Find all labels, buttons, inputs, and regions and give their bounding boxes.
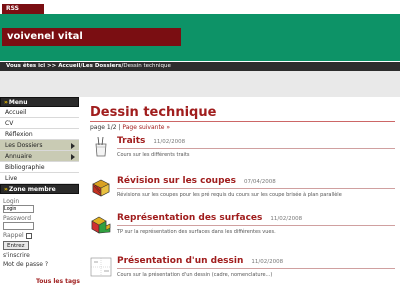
sidebar-item-annuaire[interactable]: Annuaire <box>0 151 79 162</box>
page-indicator: page 1/2 | <box>90 124 123 131</box>
article-title[interactable]: Représentation des surfaces 11/02/2008 <box>117 213 302 223</box>
article-title[interactable]: Révision sur les coupes 07/04/2008 <box>117 176 276 186</box>
arrow-icon: » <box>4 186 8 193</box>
pagination: page 1/2 | Page suivante » <box>90 124 395 131</box>
member-zone-header: »Zone membre <box>0 184 79 194</box>
enter-button[interactable]: Entrez <box>3 241 29 250</box>
password-input[interactable] <box>3 222 34 230</box>
sidebar: »Menu Accueil CV Réflexion Les Dossiers … <box>0 97 79 268</box>
submenu-arrow-icon <box>71 154 75 160</box>
sidebar-item-live[interactable]: Live <box>0 173 79 184</box>
divider <box>117 188 395 189</box>
rss-link[interactable]: RSS <box>2 4 44 14</box>
header-spacer <box>0 71 400 97</box>
divider <box>117 225 395 226</box>
site-title[interactable]: voivenel vital <box>2 28 181 46</box>
sidebar-item-reflexion[interactable]: Réflexion <box>0 129 79 140</box>
article-date: 07/04/2008 <box>244 179 276 185</box>
page-title: Dessin technique <box>90 105 395 122</box>
breadcrumb-path[interactable]: Accueil/Les Dossiers/ <box>58 63 123 69</box>
login-form: Login Password Rappel Entrez s'inscrire … <box>0 194 79 268</box>
sidebar-item-bibliographie[interactable]: Bibliographie <box>0 162 79 173</box>
pencil-cup-icon <box>95 136 107 157</box>
breadcrumb: Vous êtes ici >> Accueil/Les Dossiers/De… <box>0 62 400 71</box>
article-description: Cours sur la présentation d'un dessin (c… <box>117 272 273 278</box>
main-content: Dessin technique page 1/2 | Page suivant… <box>90 105 395 131</box>
surface-block-icon <box>91 216 111 234</box>
article-date: 11/02/2008 <box>153 139 186 145</box>
article-date: 11/02/2008 <box>251 259 284 265</box>
sidebar-item-accueil[interactable]: Accueil <box>0 107 79 118</box>
article-title[interactable]: Présentation d'un dessin 11/02/2008 <box>117 256 283 266</box>
register-link[interactable]: s'inscrire <box>3 252 79 259</box>
article-date: 11/02/2008 <box>270 216 303 222</box>
breadcrumb-current: Dessin technique <box>123 63 171 69</box>
next-page-link[interactable]: Page suivante » <box>122 124 170 131</box>
remember-checkbox[interactable] <box>25 232 32 239</box>
sidebar-item-dossiers[interactable]: Les Dossiers <box>0 140 79 151</box>
drawing-sheet-icon <box>90 257 112 277</box>
submenu-arrow-icon <box>71 143 75 149</box>
login-input[interactable] <box>3 205 34 213</box>
breadcrumb-prefix: Vous êtes ici >> <box>6 63 59 69</box>
article-description: Cours sur les différents traits <box>117 152 190 158</box>
divider <box>117 268 395 269</box>
arrow-icon: » <box>4 99 8 106</box>
article-description: TP sur la représentation des surfaces da… <box>117 229 276 235</box>
sidebar-item-cv[interactable]: CV <box>0 118 79 129</box>
menu-header: »Menu <box>0 97 79 107</box>
cut-block-icon <box>92 179 110 197</box>
article-title[interactable]: Traits 11/02/2008 <box>117 136 185 146</box>
login-label: Login <box>3 198 20 205</box>
forgot-password-link[interactable]: Mot de passe ? <box>3 261 79 268</box>
divider <box>117 148 395 149</box>
password-label: Password <box>3 215 32 222</box>
article-description: Révisions sur les coupes pour les pré re… <box>117 192 342 198</box>
all-tags-link[interactable]: Tous les tags <box>36 278 80 285</box>
remember-label: Rappel <box>3 232 24 239</box>
